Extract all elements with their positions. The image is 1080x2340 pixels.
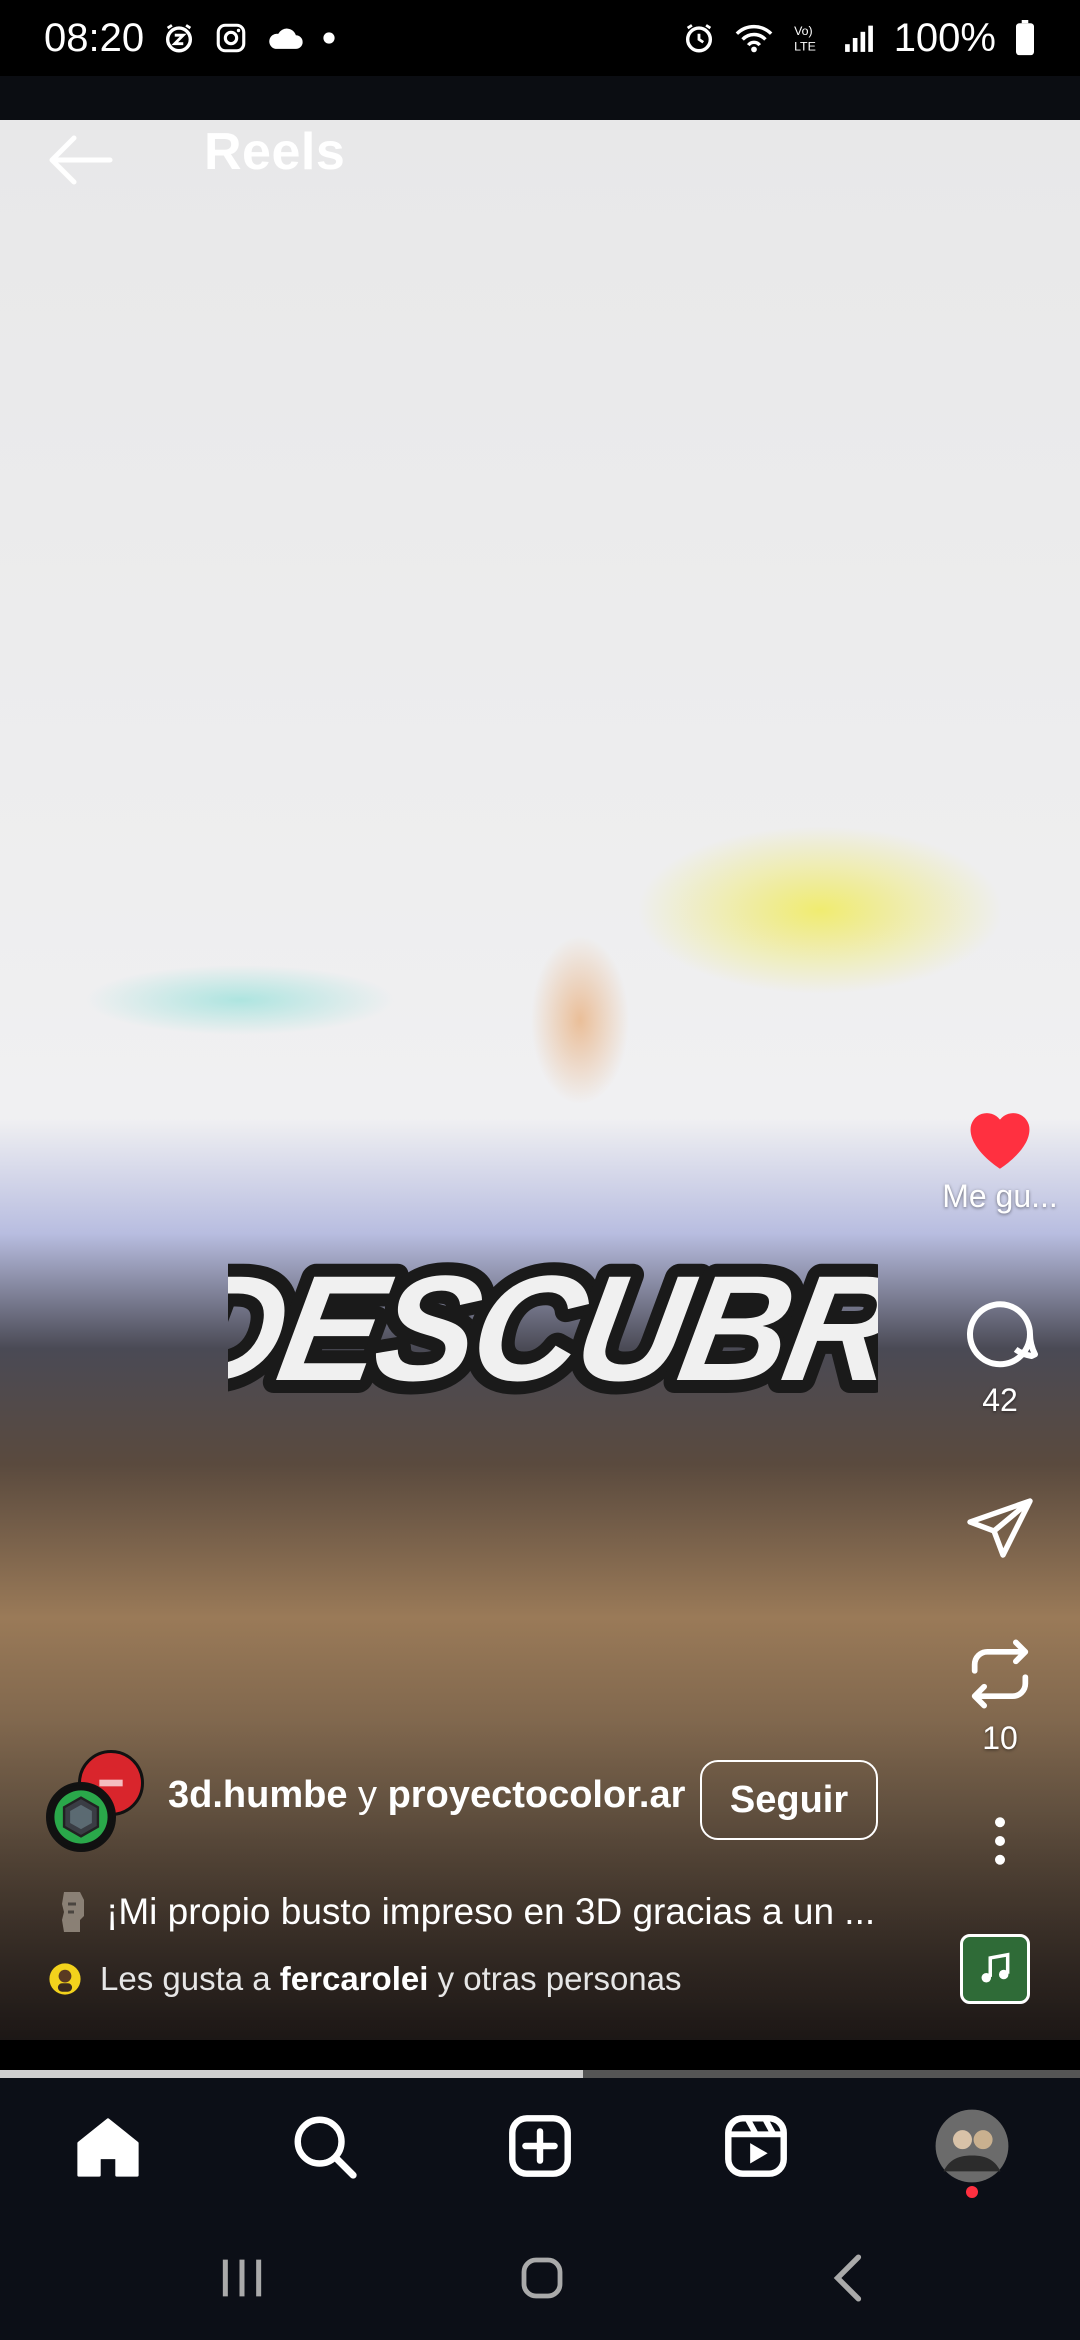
instagram-icon — [214, 21, 248, 55]
owner-joiner: y — [358, 1774, 378, 1816]
more-options-button[interactable] — [920, 1816, 1080, 1866]
send-icon — [967, 1498, 1033, 1558]
sticker-text-fill: DESCUBRÍ — [228, 1245, 878, 1413]
recent-apps-button[interactable] — [202, 2248, 282, 2308]
status-bar: 08:20 Vo) LTE 100% — [0, 0, 1080, 76]
top-divider-strip — [0, 76, 1080, 120]
system-nav-bar — [0, 2210, 1080, 2340]
like-label: Me gu... — [942, 1178, 1058, 1214]
wifi-icon — [734, 21, 774, 55]
volte-icon: Vo) LTE — [792, 21, 824, 55]
caption-row[interactable]: ¡Mi propio busto impreso en 3D gracias a… — [52, 1888, 912, 1936]
descubri-sticker: DESCUBRÍ DESCUBRÍ — [228, 1232, 878, 1420]
back-button[interactable] — [34, 120, 124, 200]
home-icon — [77, 2118, 139, 2177]
collab-avatars[interactable] — [44, 1748, 154, 1852]
likes-user[interactable]: fercarolei — [280, 1960, 429, 1997]
svg-text:Vo): Vo) — [794, 24, 813, 38]
search-icon — [294, 2116, 357, 2179]
comment-icon — [967, 1301, 1038, 1368]
tab-home[interactable] — [68, 2106, 148, 2186]
create-icon — [509, 2115, 571, 2177]
reel-progress-fill — [0, 2070, 584, 2078]
tab-profile[interactable] — [932, 2106, 1012, 2186]
repost-count: 10 — [982, 1720, 1018, 1756]
notification-dot — [966, 2186, 978, 2198]
owner-username-1[interactable]: 3d.humbe — [168, 1774, 347, 1816]
tab-search[interactable] — [284, 2106, 364, 2186]
likes-suffix: y otras personas — [437, 1960, 682, 1997]
likes-row[interactable]: Les gusta a fercarolei y otras personas — [48, 1960, 682, 1998]
caption-text: ¡Mi propio busto impreso en 3D gracias a… — [106, 1891, 876, 1932]
reels-icon — [725, 2115, 787, 2177]
dot-icon — [322, 31, 336, 45]
alarm-z-icon — [162, 21, 196, 55]
audio-button[interactable] — [960, 1934, 1030, 2004]
liker-avatar — [49, 1963, 81, 1995]
arrow-left-icon — [49, 135, 113, 185]
more-vertical-icon — [995, 1817, 1005, 1865]
profile-avatar — [935, 2109, 1009, 2183]
home-nav-icon — [521, 2257, 563, 2299]
follow-button[interactable]: Seguir — [700, 1760, 878, 1840]
home-nav-button[interactable] — [502, 2248, 582, 2308]
like-action[interactable]: Me gu... — [920, 1100, 1080, 1215]
chevron-left-icon — [833, 2254, 862, 2302]
likes-prefix: Les gusta a — [100, 1960, 271, 1997]
owner-row: 3d.humbe y proyectocolor.ar Seguir — [44, 1748, 904, 1852]
battery-icon — [1014, 20, 1036, 56]
repost-icon — [971, 1639, 1029, 1709]
tab-create[interactable] — [500, 2106, 580, 2186]
heart-filled-icon — [970, 1113, 1030, 1169]
comment-action[interactable]: 42 — [920, 1296, 1080, 1419]
hexagon-logo-icon — [54, 1790, 108, 1844]
comment-count: 42 — [982, 1382, 1018, 1418]
tab-reels[interactable] — [716, 2106, 796, 2186]
signal-icon — [842, 22, 876, 54]
svg-text:LTE: LTE — [794, 39, 816, 53]
alarm-icon — [682, 21, 716, 55]
repost-action[interactable]: 10 — [920, 1634, 1080, 1757]
battery-percent: 100% — [893, 15, 996, 60]
back-nav-button[interactable] — [808, 2248, 888, 2308]
bottom-tab-bar — [0, 2078, 1080, 2210]
avatar-3d-humbe — [46, 1782, 116, 1852]
music-note-icon — [981, 1952, 1010, 1983]
owner-username-2[interactable]: proyectocolor.ar — [388, 1774, 686, 1816]
owner-names: 3d.humbe y proyectocolor.ar — [168, 1774, 685, 1817]
reel-progress-bar[interactable] — [0, 2070, 1080, 2078]
page-title: Reels — [204, 123, 346, 181]
cloud-icon — [266, 23, 304, 53]
status-time: 08:20 — [44, 15, 145, 60]
share-action[interactable] — [920, 1492, 1080, 1564]
recents-icon — [222, 2259, 262, 2297]
moai-emoji-icon — [62, 1892, 84, 1932]
